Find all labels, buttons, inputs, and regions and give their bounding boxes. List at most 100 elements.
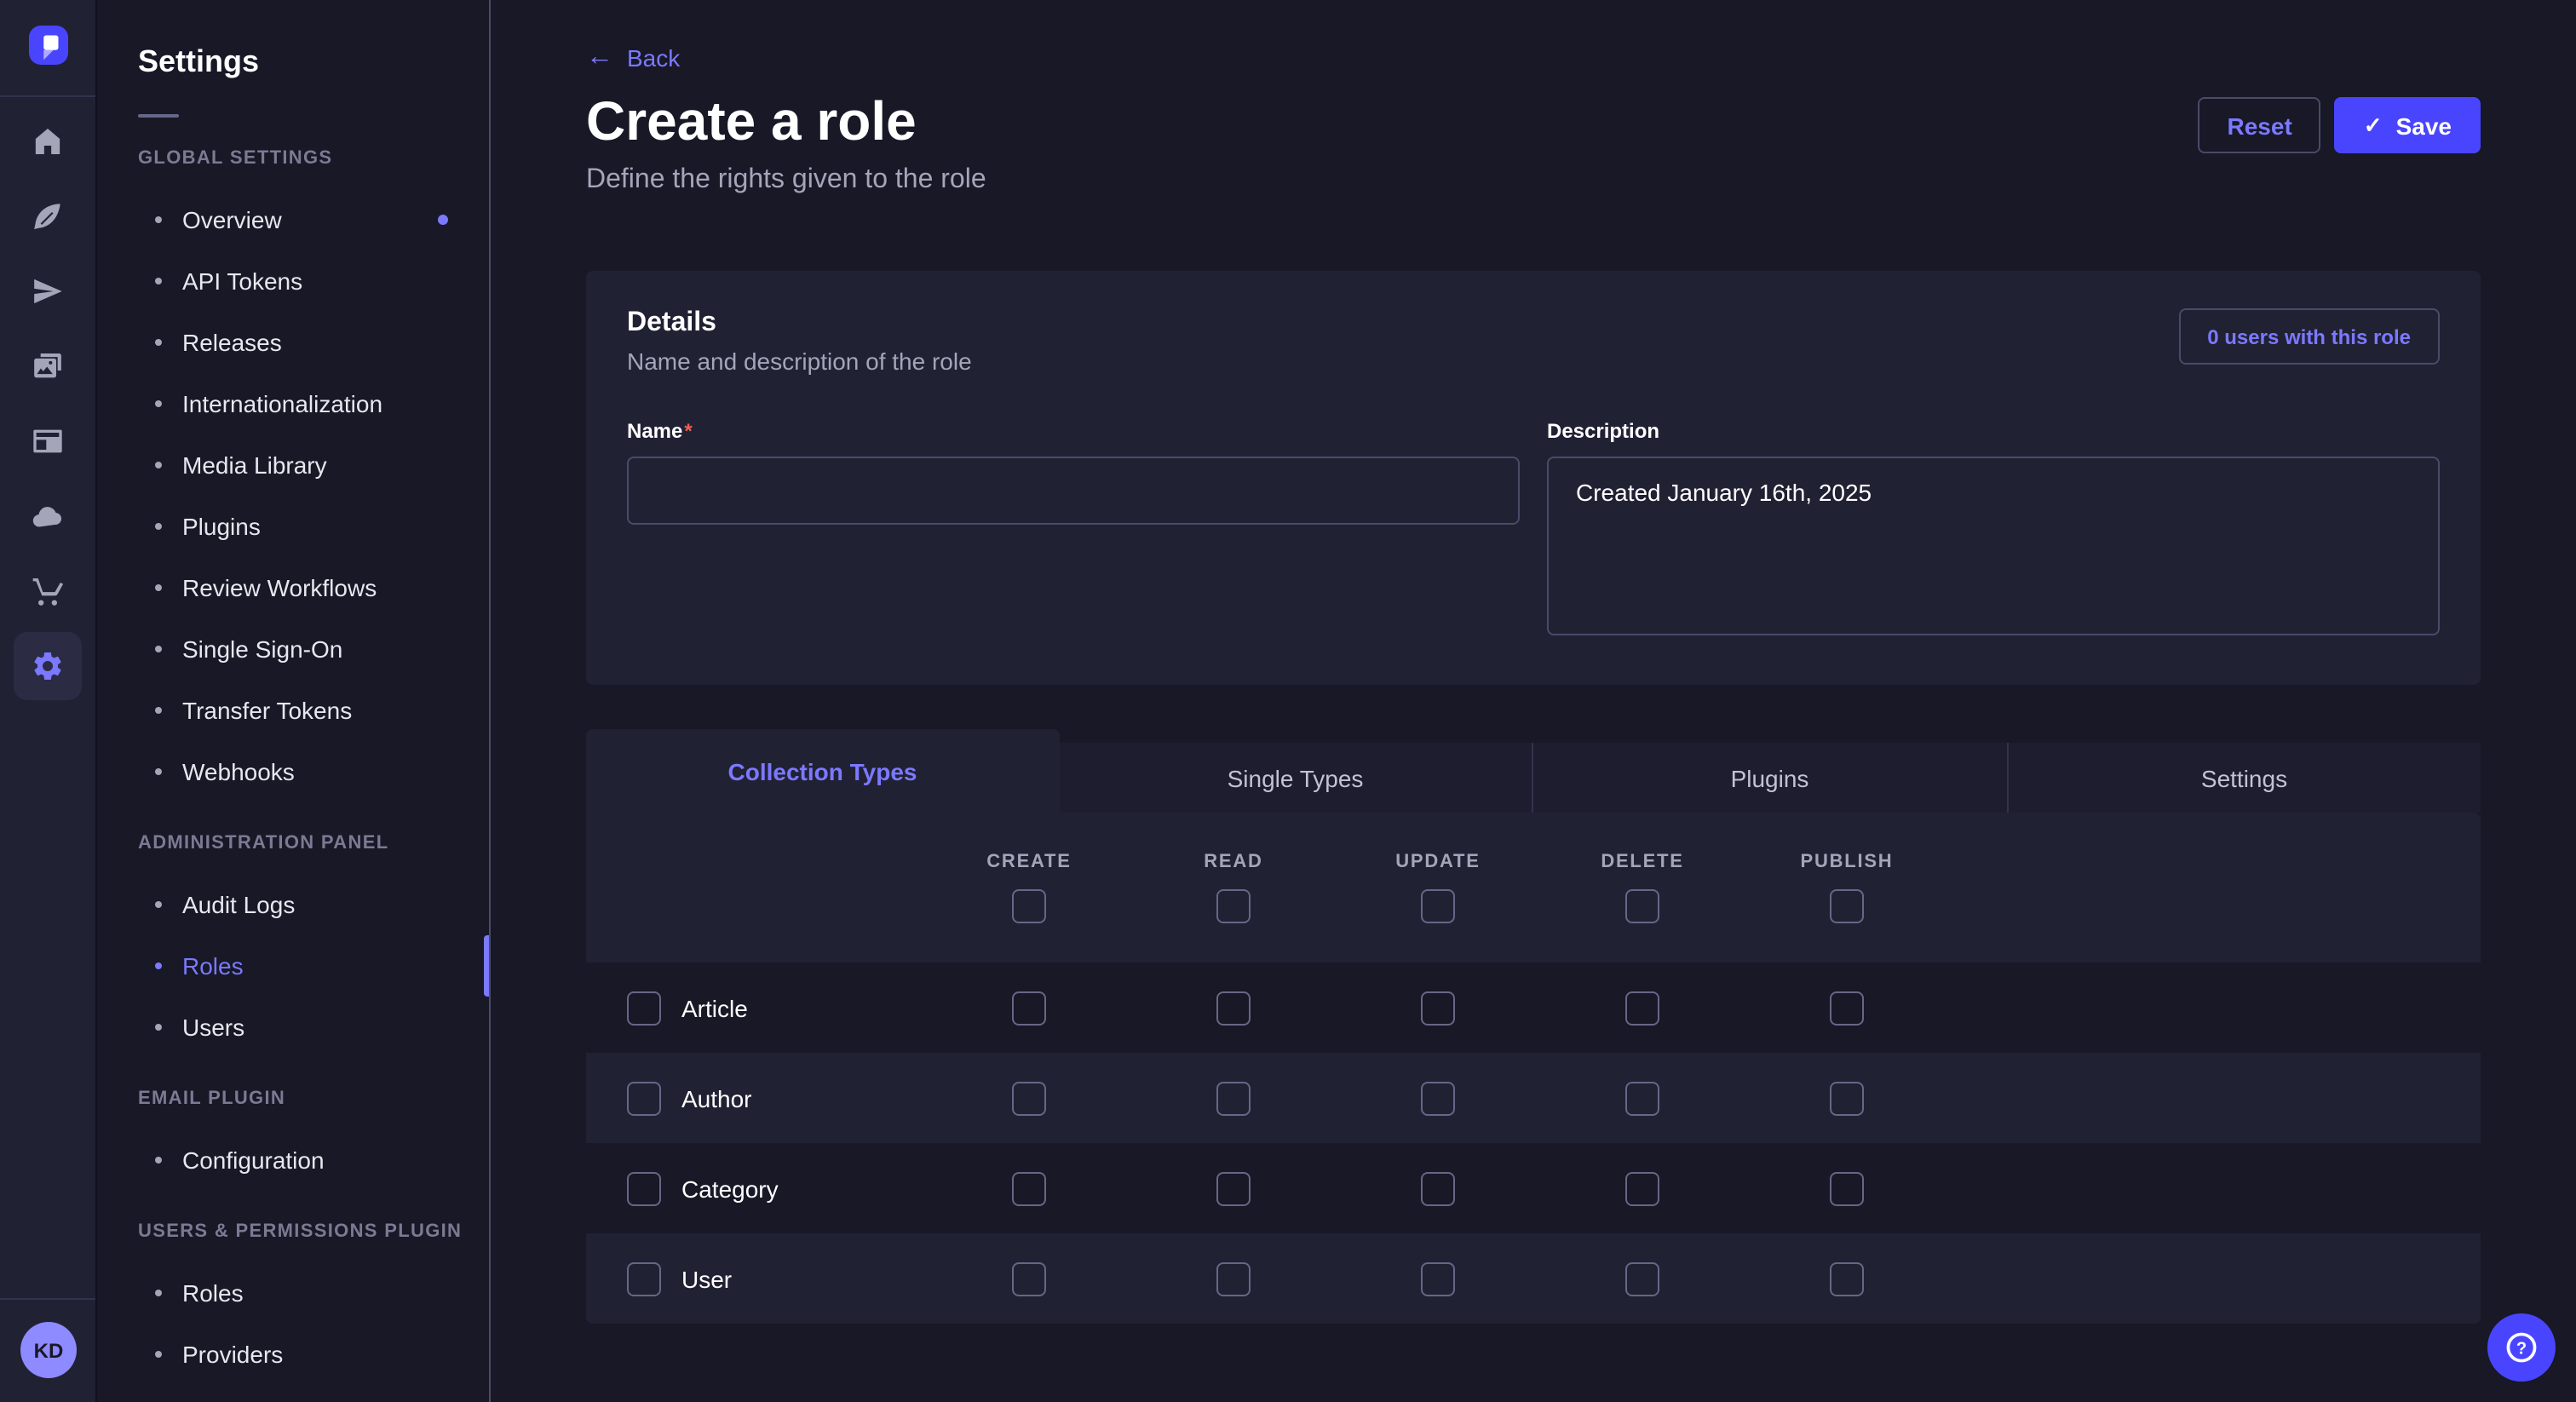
- permissions-tabs: Collection Types Single Types Plugins Se…: [586, 729, 2481, 813]
- bullet-icon: [155, 400, 162, 407]
- description-textarea[interactable]: Created January 16th, 2025: [1547, 457, 2440, 635]
- bullet-icon: [155, 462, 162, 468]
- category-delete-checkbox[interactable]: [1625, 1171, 1659, 1205]
- author-read-checkbox[interactable]: [1216, 1081, 1251, 1115]
- sidebar-item-roles-up[interactable]: Roles: [97, 1262, 489, 1324]
- bullet-icon: [155, 1351, 162, 1358]
- row-label: Article: [681, 994, 748, 1021]
- sidebar-item-single-sign-on[interactable]: Single Sign-On: [97, 618, 489, 680]
- check-icon: ✓: [2364, 112, 2383, 139]
- sidebar-item-configuration[interactable]: Configuration: [97, 1129, 489, 1191]
- sidebar-item-internationalization[interactable]: Internationalization: [97, 373, 489, 434]
- column-header-delete: DELETE: [1601, 852, 1683, 872]
- description-field-group: Description Created January 16th, 2025: [1547, 419, 2440, 644]
- description-label: Description: [1547, 419, 2440, 443]
- sidebar-item-roles-admin[interactable]: Roles: [97, 935, 489, 997]
- user-update-checkbox[interactable]: [1421, 1261, 1455, 1296]
- select-all-create-checkbox[interactable]: [1012, 889, 1046, 923]
- category-create-checkbox[interactable]: [1012, 1171, 1046, 1205]
- sidebar-item-label: Review Workflows: [182, 574, 377, 601]
- deploy-icon[interactable]: [14, 257, 82, 325]
- select-all-publish-checkbox[interactable]: [1830, 889, 1864, 923]
- table-row-author: Author: [586, 1053, 2481, 1143]
- cloud-icon[interactable]: [14, 482, 82, 550]
- question-mark-icon: ?: [2503, 1329, 2540, 1366]
- table-row-user: User: [586, 1233, 2481, 1324]
- content-type-builder-icon[interactable]: [14, 182, 82, 250]
- author-create-checkbox[interactable]: [1012, 1081, 1046, 1115]
- save-label: Save: [2396, 112, 2452, 139]
- author-update-checkbox[interactable]: [1421, 1081, 1455, 1115]
- avatar[interactable]: KD: [20, 1322, 77, 1378]
- article-create-checkbox[interactable]: [1012, 991, 1046, 1025]
- bullet-icon: [155, 962, 162, 969]
- user-delete-checkbox[interactable]: [1625, 1261, 1659, 1296]
- back-arrow-icon: ←: [586, 44, 613, 72]
- tab-plugins[interactable]: Plugins: [1532, 743, 2006, 813]
- sidebar-item-label: Internationalization: [182, 390, 382, 417]
- article-delete-checkbox[interactable]: [1625, 991, 1659, 1025]
- sidebar-item-review-workflows[interactable]: Review Workflows: [97, 557, 489, 618]
- sidebar-item-releases[interactable]: Releases: [97, 312, 489, 373]
- select-all-update-checkbox[interactable]: [1421, 889, 1455, 923]
- reset-label: Reset: [2228, 112, 2292, 139]
- category-read-checkbox[interactable]: [1216, 1171, 1251, 1205]
- sidebar-item-label: Webhooks: [182, 758, 295, 785]
- users-with-role-button[interactable]: 0 users with this role: [2178, 308, 2440, 365]
- sidebar-item-label: Providers: [182, 1341, 283, 1368]
- sidebar-title-divider: [138, 114, 179, 118]
- sidebar-item-transfer-tokens[interactable]: Transfer Tokens: [97, 680, 489, 741]
- author-publish-checkbox[interactable]: [1830, 1081, 1864, 1115]
- rail-bottom-divider: [0, 1298, 95, 1300]
- required-asterisk: *: [684, 419, 692, 443]
- sidebar-item-plugins[interactable]: Plugins: [97, 496, 489, 557]
- sidebar-item-webhooks[interactable]: Webhooks: [97, 741, 489, 802]
- section-label-administration-panel: ADMINISTRATION PANEL: [138, 833, 489, 853]
- page-header: Create a role Define the rights given to…: [586, 94, 2481, 196]
- article-publish-checkbox[interactable]: [1830, 991, 1864, 1025]
- section-label-users-permissions-plugin: USERS & PERMISSIONS PLUGIN: [138, 1221, 489, 1242]
- row-checkbox-category[interactable]: [627, 1171, 661, 1205]
- select-all-delete-checkbox[interactable]: [1625, 889, 1659, 923]
- tab-settings[interactable]: Settings: [2006, 743, 2481, 813]
- category-publish-checkbox[interactable]: [1830, 1171, 1864, 1205]
- sidebar-title: Settings: [138, 44, 489, 80]
- tab-single-types[interactable]: Single Types: [1059, 743, 1532, 813]
- select-all-read-checkbox[interactable]: [1216, 889, 1251, 923]
- user-read-checkbox[interactable]: [1216, 1261, 1251, 1296]
- media-library-icon[interactable]: [14, 332, 82, 400]
- name-input[interactable]: [627, 457, 1520, 525]
- article-update-checkbox[interactable]: [1421, 991, 1455, 1025]
- row-label: Author: [681, 1084, 752, 1112]
- back-link[interactable]: ← Back: [586, 44, 680, 72]
- sidebar-item-media-library[interactable]: Media Library: [97, 434, 489, 496]
- settings-icon[interactable]: [14, 632, 82, 700]
- strapi-logo[interactable]: [29, 26, 68, 65]
- user-publish-checkbox[interactable]: [1830, 1261, 1864, 1296]
- section-label-global-settings: GLOBAL SETTINGS: [138, 148, 489, 169]
- content-manager-icon[interactable]: [14, 407, 82, 475]
- sidebar-item-api-tokens[interactable]: API Tokens: [97, 250, 489, 312]
- save-button[interactable]: ✓ Save: [2335, 97, 2481, 153]
- sidebar-item-users[interactable]: Users: [97, 997, 489, 1058]
- user-create-checkbox[interactable]: [1012, 1261, 1046, 1296]
- sidebar-item-providers[interactable]: Providers: [97, 1324, 489, 1385]
- row-checkbox-user[interactable]: [627, 1261, 661, 1296]
- sidebar-item-audit-logs[interactable]: Audit Logs: [97, 874, 489, 935]
- marketplace-icon[interactable]: [14, 557, 82, 625]
- bullet-icon: [155, 216, 162, 223]
- article-read-checkbox[interactable]: [1216, 991, 1251, 1025]
- home-icon[interactable]: [14, 107, 82, 175]
- details-fields: Name* Description Created January 16th, …: [627, 419, 2440, 644]
- column-header-create: CREATE: [986, 852, 1071, 872]
- sidebar-item-overview[interactable]: Overview: [97, 189, 489, 250]
- help-button[interactable]: ?: [2487, 1313, 2556, 1382]
- sidebar-item-label: Roles: [182, 1279, 244, 1307]
- category-update-checkbox[interactable]: [1421, 1171, 1455, 1205]
- row-checkbox-article[interactable]: [627, 991, 661, 1025]
- tab-collection-types[interactable]: Collection Types: [586, 729, 1059, 813]
- row-checkbox-author[interactable]: [627, 1081, 661, 1115]
- reset-button[interactable]: Reset: [2199, 97, 2321, 153]
- sidebar-item-label: Transfer Tokens: [182, 697, 352, 724]
- author-delete-checkbox[interactable]: [1625, 1081, 1659, 1115]
